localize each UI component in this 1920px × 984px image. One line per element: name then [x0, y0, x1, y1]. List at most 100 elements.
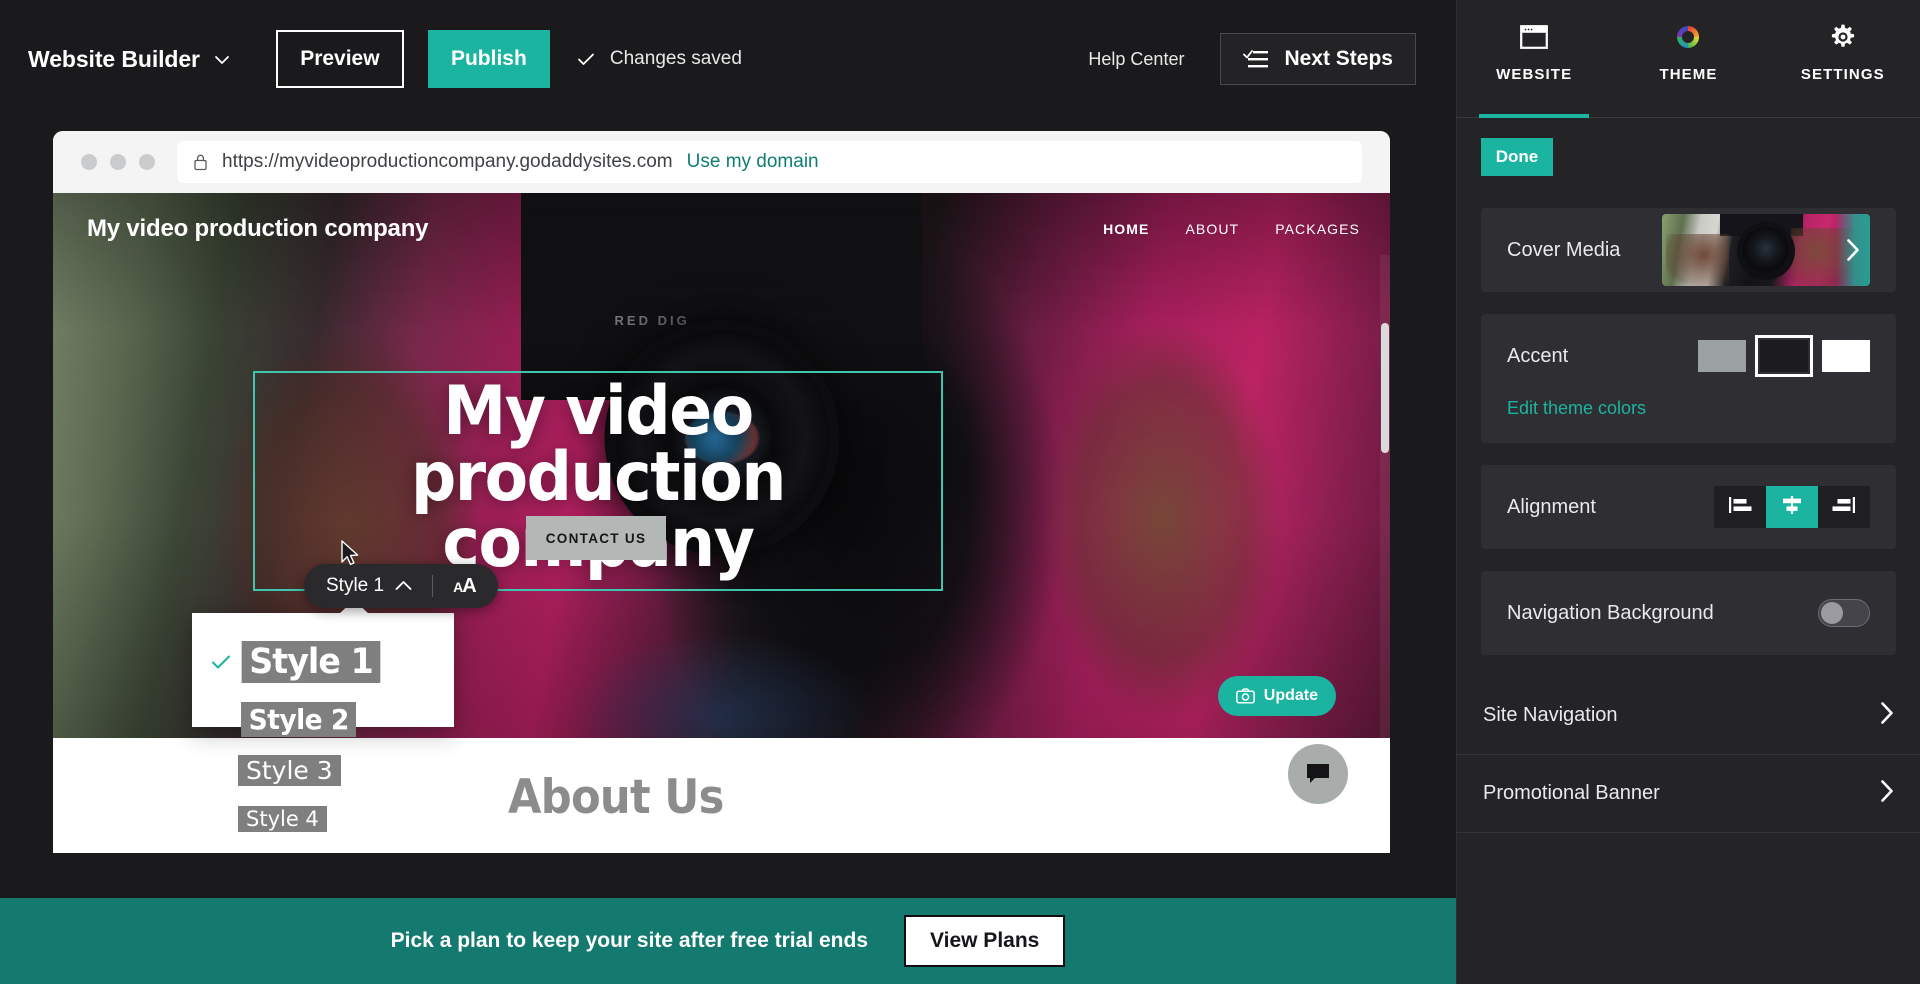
check-icon: [576, 49, 596, 69]
align-left-icon: [1727, 495, 1753, 520]
preview-scrollbar-thumb[interactable]: [1381, 323, 1389, 453]
use-my-domain-link[interactable]: Use my domain: [687, 151, 819, 173]
accent-swatch-black[interactable]: [1755, 335, 1813, 377]
tab-settings[interactable]: SETTINGS: [1766, 0, 1920, 117]
nav-item-packages[interactable]: PACKAGES: [1275, 221, 1360, 237]
accent-swatch-gray[interactable]: [1698, 340, 1746, 372]
style-option-2[interactable]: Style 2: [192, 693, 454, 745]
font-size-large-a: A: [462, 574, 476, 597]
edit-theme-colors-link[interactable]: Edit theme colors: [1481, 398, 1672, 443]
tab-settings-label: SETTINGS: [1800, 66, 1885, 83]
navigation-background-card: Navigation Background: [1481, 571, 1896, 655]
help-center-link[interactable]: Help Center: [1088, 49, 1184, 70]
tab-theme-label: THEME: [1659, 66, 1718, 83]
cover-media-label: Cover Media: [1507, 238, 1621, 261]
nav-item-home[interactable]: HOME: [1103, 221, 1149, 237]
cover-media-thumbnail[interactable]: [1662, 214, 1870, 286]
cover-media-right: [1662, 214, 1870, 286]
alignment-card: Alignment: [1481, 465, 1896, 549]
style-option-3[interactable]: Style 3: [192, 745, 454, 795]
cover-media-card[interactable]: Cover Media: [1481, 208, 1896, 292]
current-style-label: Style 1: [326, 575, 385, 596]
site-title[interactable]: My video production company: [87, 215, 429, 243]
browser-chrome-bar: https://myvideoproductioncompany.godaddy…: [53, 131, 1390, 193]
update-cover-button[interactable]: Update: [1217, 676, 1336, 716]
contact-us-button[interactable]: CONTACT US: [526, 516, 666, 560]
brand-label: Website Builder: [28, 45, 200, 72]
camera-icon: [1235, 688, 1255, 704]
accent-label: Accent: [1507, 344, 1569, 367]
alignment-segmented-control: [1714, 486, 1870, 528]
font-size-button[interactable]: AA: [453, 574, 477, 598]
accent-swatch-white[interactable]: [1822, 340, 1870, 372]
window-control-dots: [81, 154, 155, 170]
chevron-right-icon: [1880, 702, 1894, 729]
align-right-button[interactable]: [1818, 486, 1870, 528]
website-builder-app: Website Builder Preview Publish Changes …: [0, 0, 1920, 984]
style-dropdown-menu: Style 1 Style 2 Style 3 Style 4: [192, 600, 454, 832]
chevron-right-icon: [1836, 214, 1870, 286]
style-dropdown-trigger[interactable]: Style 1: [326, 575, 412, 597]
tab-website-label: WEBSITE: [1496, 66, 1573, 83]
url-text: https://myvideoproductioncompany.godaddy…: [222, 151, 673, 172]
thumb-hand-left: [1666, 234, 1729, 286]
checklist-icon: [1243, 48, 1269, 70]
toolbar-divider: [432, 575, 434, 597]
window-dot-maximize: [139, 154, 155, 170]
alignment-control: [1714, 486, 1870, 528]
align-left-button[interactable]: [1714, 486, 1766, 528]
main-area: Website Builder Preview Publish Changes …: [0, 0, 1456, 984]
chat-widget-button[interactable]: [1288, 744, 1348, 804]
url-bar[interactable]: https://myvideoproductioncompany.godaddy…: [177, 141, 1362, 183]
preview-button[interactable]: Preview: [275, 30, 404, 88]
done-button[interactable]: Done: [1481, 138, 1553, 176]
cover-media-row: Cover Media: [1481, 208, 1896, 292]
accent-card: Accent Edit theme colors: [1481, 314, 1896, 443]
gear-icon: [1828, 22, 1858, 52]
tab-theme[interactable]: THEME: [1611, 0, 1765, 117]
window-dot-close: [81, 154, 97, 170]
publish-button[interactable]: Publish: [427, 30, 550, 88]
text-style-toolbar: Style 1 AA: [304, 564, 498, 608]
accent-row: Accent: [1481, 314, 1896, 398]
view-plans-button[interactable]: View Plans: [904, 915, 1066, 967]
style-option-4[interactable]: Style 4: [192, 795, 454, 843]
window-icon: [1519, 22, 1549, 52]
promotional-banner-label: Promotional Banner: [1483, 782, 1660, 804]
selected-check-icon: [204, 654, 238, 670]
style-option-1-label: Style 1: [241, 641, 381, 683]
site-header: My video production company HOME ABOUT P…: [53, 193, 1390, 265]
navigation-background-label: Navigation Background: [1507, 601, 1714, 624]
lock-icon: [193, 153, 208, 171]
font-size-small-a: A: [453, 578, 463, 595]
style-option-3-label: Style 3: [238, 754, 341, 786]
style-option-1[interactable]: Style 1: [192, 631, 454, 693]
accent-swatch-group: [1698, 335, 1870, 377]
alignment-label: Alignment: [1507, 495, 1596, 518]
brand-menu[interactable]: Website Builder: [28, 46, 230, 73]
hero-headline-line1: My video production: [410, 372, 787, 517]
tab-website[interactable]: WEBSITE: [1457, 0, 1611, 117]
sidebar-item-promotional-banner[interactable]: Promotional Banner: [1457, 755, 1920, 833]
navigation-background-control: [1818, 599, 1870, 627]
thumb-lens: [1742, 227, 1790, 276]
style-option-2-label: Style 2: [241, 701, 357, 737]
chevron-up-icon: [395, 575, 412, 597]
site-navigation: HOME ABOUT PACKAGES: [1103, 221, 1360, 237]
align-center-button[interactable]: [1766, 486, 1818, 528]
next-steps-button[interactable]: Next Steps: [1220, 33, 1416, 85]
editor-sidebar: WEBSITE THEME SETTINGS Done Cover Media …: [1456, 0, 1920, 984]
about-heading[interactable]: About Us: [508, 770, 724, 825]
trial-promo-banner: Pick a plan to keep your site after free…: [0, 898, 1456, 984]
style-option-list: Style 1 Style 2 Style 3 Style 4: [192, 613, 454, 843]
accent-swatches: [1698, 335, 1870, 377]
sidebar-tabs: WEBSITE THEME SETTINGS: [1457, 0, 1920, 118]
align-center-icon: [1779, 495, 1805, 520]
changes-saved-status: Changes saved: [576, 48, 742, 70]
nav-item-about[interactable]: ABOUT: [1185, 221, 1239, 237]
site-navigation-label: Site Navigation: [1483, 704, 1618, 726]
toggle-knob: [1821, 602, 1843, 624]
preview-scrollbar-track[interactable]: [1380, 255, 1390, 853]
sidebar-item-site-navigation[interactable]: Site Navigation: [1457, 677, 1920, 755]
navigation-background-toggle[interactable]: [1818, 599, 1870, 627]
